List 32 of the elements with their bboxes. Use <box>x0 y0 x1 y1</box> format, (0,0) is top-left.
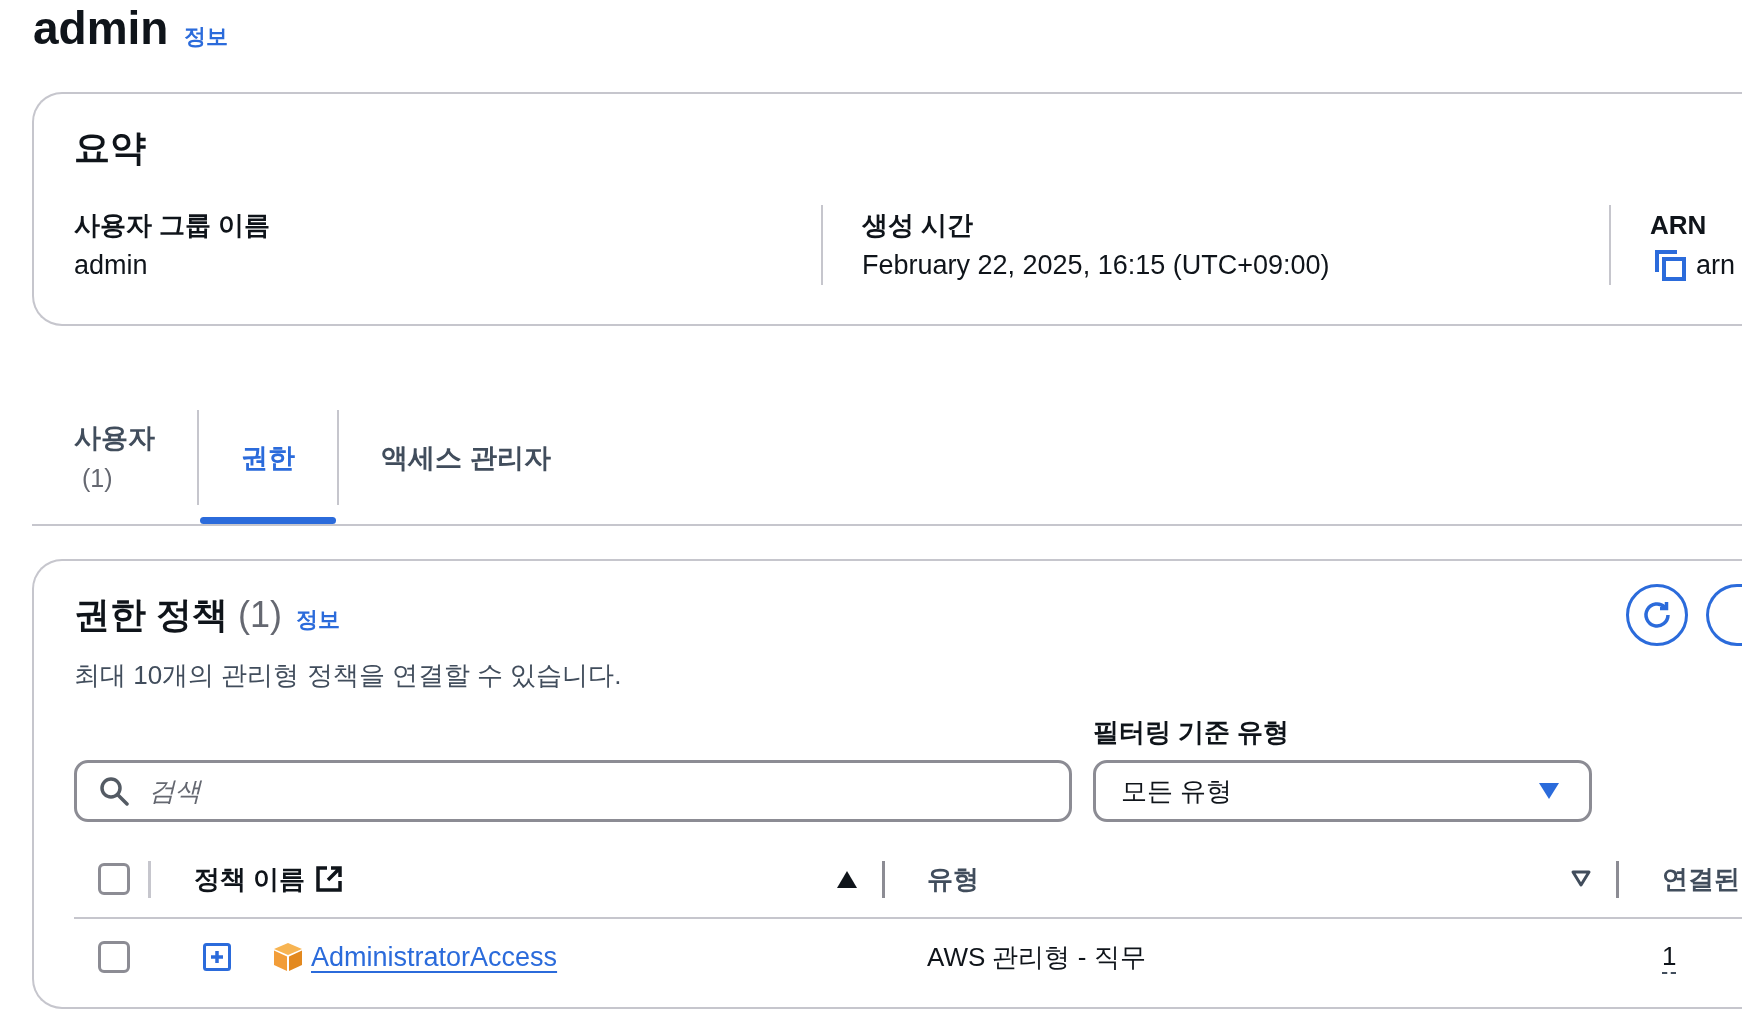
section-title: 요약 <box>74 126 147 170</box>
field-value: arn <box>1696 249 1736 282</box>
search-field[interactable]: 검색 <box>74 760 1072 822</box>
tab[interactable]: 권한 <box>199 410 337 524</box>
column-header[interactable]: 정책 이름 <box>151 859 882 899</box>
search-icon <box>99 776 129 806</box>
select-all-checkbox[interactable] <box>98 863 130 895</box>
page-title: admin <box>33 1 169 56</box>
tab[interactable]: 액세스 관리자 <box>339 410 593 524</box>
field-label: 생성 시간 <box>862 209 975 242</box>
action-button[interactable] <box>1706 584 1742 646</box>
caret-icon <box>1538 782 1560 800</box>
column-header[interactable]: 유형 <box>885 859 1616 899</box>
copy-icon[interactable] <box>1654 249 1686 281</box>
cube-icon <box>273 942 303 972</box>
section-title: 권한 정책 (1) <box>74 593 283 637</box>
field-value: February 22, 2025, 16:15 (UTC+09:00) <box>862 249 1330 282</box>
tab[interactable]: 사용자 (1) <box>32 410 197 524</box>
info-link[interactable]: 정보 <box>184 22 229 52</box>
description: 최대 10개의 관리형 정책을 연결할 수 있습니다. <box>74 659 622 692</box>
type-dropdown[interactable]: 모든 유형 <box>1093 760 1592 822</box>
plus-square-icon[interactable] <box>203 943 231 971</box>
field-label: ARN <box>1650 209 1708 242</box>
row-checkbox[interactable] <box>98 941 130 973</box>
policy-link[interactable]: AdministratorAccess <box>311 941 558 973</box>
table-cell-text: AWS 관리형 - 직무 <box>927 940 1146 974</box>
attached-count[interactable]: 1 <box>1662 940 1677 974</box>
field-value: admin <box>74 249 148 282</box>
filter-label: 필터링 기준 유형 <box>1093 716 1291 749</box>
column-header[interactable]: 연결된 <box>1619 859 1742 899</box>
field-label: 사용자 그룹 이름 <box>74 209 272 242</box>
info-link[interactable]: 정보 <box>296 605 341 635</box>
